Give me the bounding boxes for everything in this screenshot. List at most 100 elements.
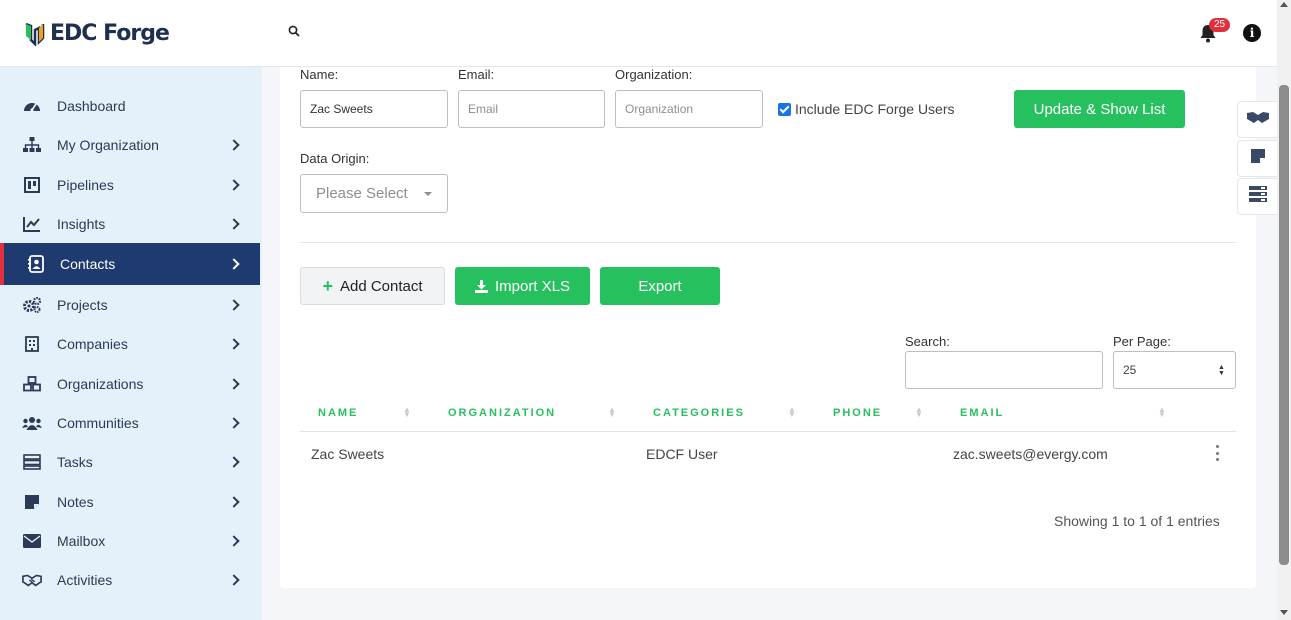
note-icon [1250,148,1266,169]
sidebar-item-notes[interactable]: Notes [0,482,260,522]
include-users-checkbox[interactable] [778,102,791,116]
activities-shortcut[interactable] [1237,101,1277,138]
notification-badge: 25 [1209,18,1231,32]
sort-icon[interactable]: ▲ ▼ [788,406,796,419]
sidebar-item-label: Mailbox [57,533,106,549]
sort-icon[interactable]: ▲ ▼ [403,406,411,419]
chevron-right-icon [228,179,240,191]
sidebar-item-label: Contacts [60,256,116,272]
chevron-right-icon [228,338,240,350]
column-header-name[interactable]: NAME [318,407,358,419]
column-header-categories[interactable]: CATEGORIES [653,407,745,419]
include-users-label: Include EDC Forge Users [795,101,955,117]
import-xls-button[interactable]: Import XLS [455,267,590,305]
search-icon[interactable] [288,25,300,40]
cell-categories: EDCF User [646,446,718,462]
per-page-label: Per Page: [1113,334,1171,349]
more-options-icon[interactable] [1216,445,1220,461]
sidebar-item-label: Activities [57,572,113,588]
sidebar-item-contacts[interactable]: Contacts [0,243,260,285]
sidebar-item-label: Organizations [57,376,144,392]
chevron-right-icon [228,496,240,508]
sidebar-item-activities[interactable]: Activities [0,560,260,600]
sidebar-item-label: Tasks [57,454,93,470]
chevron-right-icon [228,299,240,311]
info-icon[interactable]: i [1243,24,1261,42]
sidebar-item-label: Insights [57,216,106,232]
chevron-right-icon [228,258,240,270]
gears-icon [22,296,42,314]
update-show-list-button[interactable]: Update & Show List [1014,90,1185,128]
tasks-shortcut[interactable] [1237,178,1277,215]
sidebar-item-label: Communities [57,415,139,431]
top-bar: EDC Forge 25 i [0,0,1277,67]
logo[interactable]: EDC Forge [24,20,170,48]
import-xls-label: Import XLS [494,277,571,295]
include-users-checkbox-row[interactable]: Include EDC Forge Users [778,101,955,117]
add-contact-label: Add Contact [339,277,423,295]
chevron-right-icon [228,139,240,151]
export-button[interactable]: Export [600,267,720,305]
chevron-right-icon [228,456,240,468]
column-header-phone[interactable]: PHONE [833,407,882,419]
data-origin-value: Please Select [316,185,408,202]
sidebar-item-label: Projects [57,297,108,313]
chart-line-icon [22,215,42,233]
chevron-right-icon [228,378,240,390]
chevron-right-icon [228,574,240,586]
table-info-text: Showing 1 to 1 of 1 entries [1054,513,1220,529]
table-header-divider [300,431,1236,432]
scrollbar-thumb[interactable] [1279,85,1289,565]
search-label: Search: [905,334,950,349]
scroll-up-arrow[interactable] [1280,2,1288,7]
caret-down-icon [424,192,432,196]
sidebar-item-organizations[interactable]: Organizations [0,364,260,404]
sidebar-item-tasks[interactable]: Tasks [0,442,260,482]
sidebar-item-label: Pipelines [57,177,114,193]
handshake-icon [1246,109,1270,130]
column-header-organization[interactable]: ORGANIZATION [448,407,556,419]
handshake-icon [22,571,42,589]
sort-icon[interactable]: ▲ ▼ [915,406,923,419]
forge-logo-icon [24,20,46,48]
per-page-value: 25 [1123,363,1137,377]
sidebar-item-label: Companies [57,336,128,352]
note-icon [22,493,42,511]
sidebar: Dashboard My Organization Pipelines Insi… [0,67,262,620]
logo-text: EDC Forge [50,20,170,46]
sidebar-item-mailbox[interactable]: Mailbox [0,521,260,561]
data-origin-label: Data Origin: [300,151,370,166]
sidebar-item-label: My Organization [57,137,159,153]
contacts-panel [280,67,1256,588]
add-contact-button[interactable]: + Add Contact [300,267,445,305]
sort-icon[interactable]: ▲ ▼ [608,406,616,419]
email-field[interactable]: Email [458,90,605,128]
sidebar-item-label: Notes [57,494,94,510]
per-page-select[interactable]: 25 ▲ ▼ [1113,351,1236,389]
table-search-input[interactable] [905,351,1103,389]
data-origin-select[interactable]: Please Select [300,174,448,213]
chevron-right-icon [228,218,240,230]
chevron-right-icon [228,417,240,429]
scroll-down-arrow[interactable] [1280,610,1288,615]
cell-name: Zac Sweets [311,446,385,462]
notes-shortcut[interactable] [1237,140,1277,177]
sidebar-item-insights[interactable]: Insights [0,204,260,244]
sidebar-item-pipelines[interactable]: Pipelines [0,165,260,205]
sort-icon[interactable]: ▲ ▼ [1158,406,1166,419]
cell-email: zac.sweets@evergy.com [953,446,1108,462]
sidebar-item-dashboard[interactable]: Dashboard [0,86,260,126]
download-icon [474,279,488,293]
sidebar-item-my-organization[interactable]: My Organization [0,125,260,165]
sidebar-item-companies[interactable]: Companies [0,324,260,364]
name-field[interactable]: Zac Sweets [300,90,448,128]
section-divider [300,242,1236,243]
tasks-icon [1248,186,1267,207]
cubes-icon [22,375,42,393]
sidebar-item-communities[interactable]: Communities [0,403,260,443]
name-label: Name: [300,67,339,82]
sidebar-item-projects[interactable]: Projects [0,285,260,325]
chevron-right-icon [228,535,240,547]
column-header-email[interactable]: EMAIL [960,407,1004,419]
organization-field[interactable]: Organization [615,90,763,128]
